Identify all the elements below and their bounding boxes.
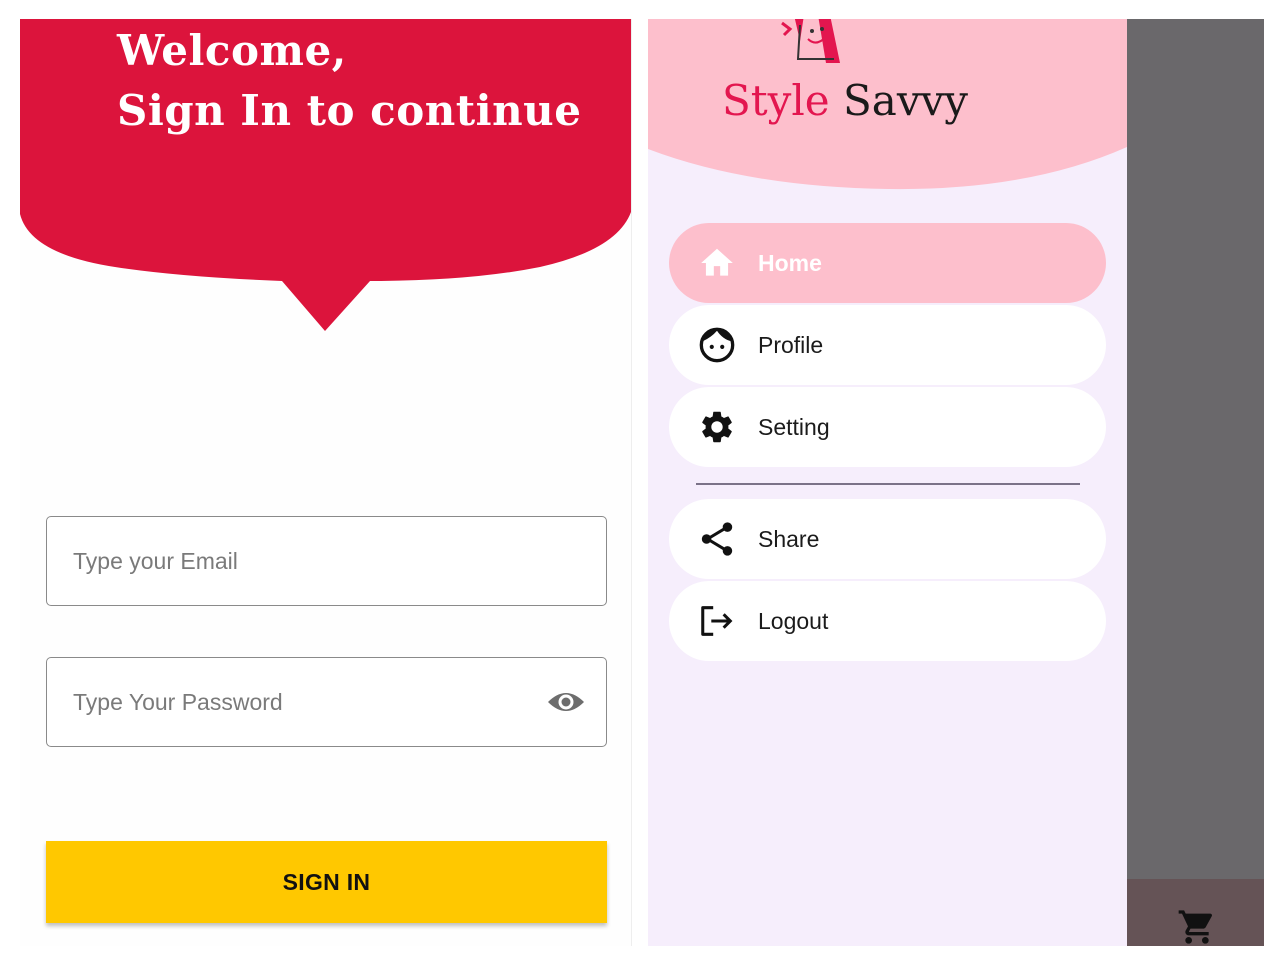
email-input[interactable] <box>73 517 533 605</box>
brand-name-part-1: Style <box>722 76 830 125</box>
drawer-item-share[interactable]: Share <box>669 499 1106 579</box>
welcome-line-2: Sign In to continue <box>117 86 582 135</box>
drawer-divider <box>696 483 1080 485</box>
eye-icon[interactable] <box>546 686 586 718</box>
sign-in-button[interactable]: SIGN IN <box>46 841 607 923</box>
drawer-screen: Style Savvy Home Profile Setting Share L… <box>648 19 1264 946</box>
gear-icon <box>697 407 737 447</box>
drawer-item-label: Setting <box>758 413 830 440</box>
share-icon <box>697 519 737 559</box>
password-field[interactable] <box>46 657 607 747</box>
login-screen: Welcome, Sign In to continue SIGN IN <box>20 19 632 946</box>
logout-icon <box>697 601 737 641</box>
home-icon <box>697 243 737 283</box>
welcome-line-1: Welcome, <box>117 26 347 75</box>
drawer-item-setting[interactable]: Setting <box>669 387 1106 467</box>
drawer-item-label: Home <box>758 249 822 276</box>
navigation-drawer: Style Savvy Home Profile Setting Share L… <box>648 19 1127 946</box>
drawer-item-label: Share <box>758 525 820 552</box>
brand-name-part-2: Savvy <box>843 76 969 125</box>
brand-name: Style Savvy <box>722 71 968 131</box>
drawer-item-label: Profile <box>758 331 824 358</box>
email-field[interactable] <box>46 516 607 606</box>
drawer-item-profile[interactable]: Profile <box>669 305 1106 385</box>
password-input[interactable] <box>73 658 533 746</box>
drawer-item-home[interactable]: Home <box>669 223 1106 303</box>
welcome-heading: Welcome, Sign In to continue <box>117 21 581 141</box>
face-icon <box>697 325 737 365</box>
drawer-item-label: Logout <box>758 607 829 634</box>
cart-icon[interactable] <box>1177 907 1217 946</box>
drawer-item-logout[interactable]: Logout <box>669 581 1106 661</box>
drawer-scrim[interactable] <box>1127 19 1264 946</box>
brand-logo <box>781 19 840 63</box>
